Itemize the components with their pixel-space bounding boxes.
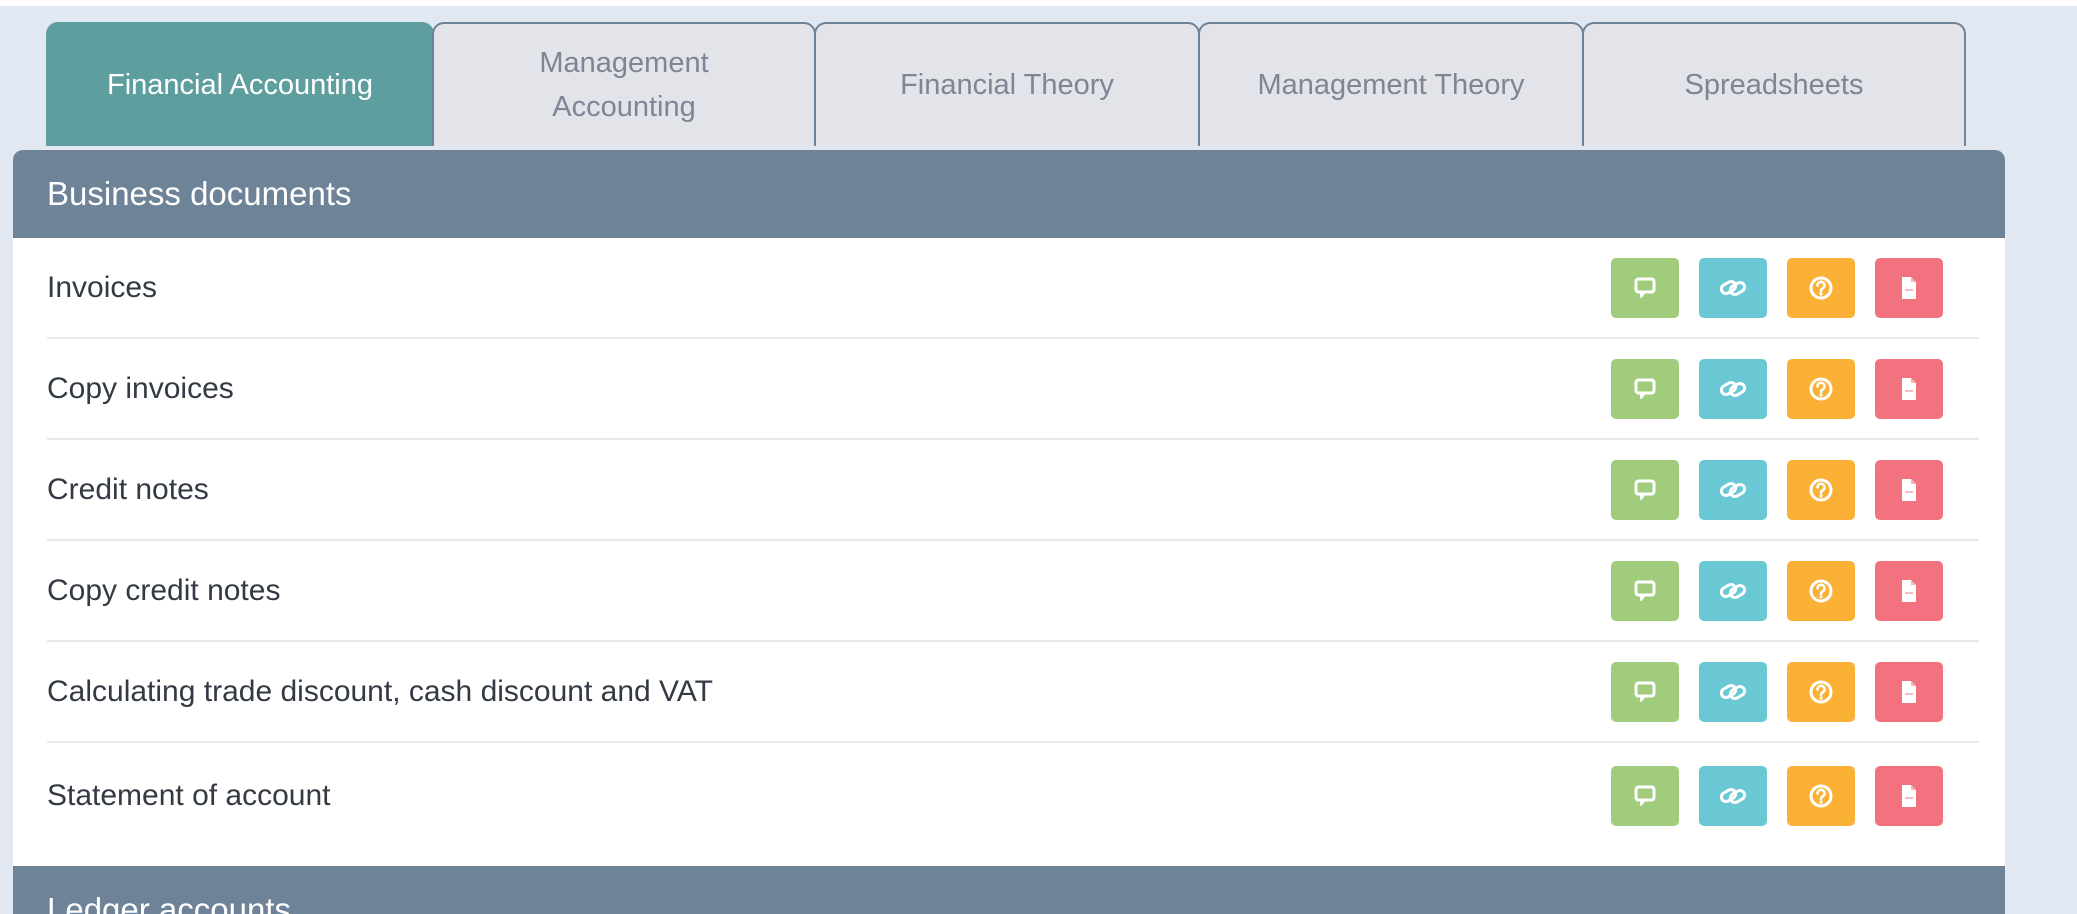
section-title: Ledger accounts bbox=[47, 891, 292, 914]
help-icon bbox=[1807, 375, 1835, 403]
link-button[interactable] bbox=[1699, 765, 1767, 826]
tab-spreadsheets[interactable]: Spreadsheets bbox=[1582, 22, 1966, 146]
tab-label: Management Theory bbox=[1257, 69, 1525, 101]
tab-label: Financial Theory bbox=[900, 69, 1114, 101]
comment-icon bbox=[1632, 376, 1658, 402]
comment-icon bbox=[1632, 275, 1658, 301]
document-button[interactable] bbox=[1875, 459, 1943, 520]
tab-label-line1: Management bbox=[539, 47, 709, 79]
document-button[interactable] bbox=[1875, 560, 1943, 621]
document-icon bbox=[1897, 375, 1921, 403]
help-button[interactable] bbox=[1787, 661, 1855, 722]
row-actions bbox=[1611, 459, 1943, 520]
help-button[interactable] bbox=[1787, 358, 1855, 419]
comment-button[interactable] bbox=[1611, 358, 1679, 419]
list-item[interactable]: Calculating trade discount, cash discoun… bbox=[47, 642, 1979, 743]
business-documents-list: Invoices Copy invoices Credit notes Copy… bbox=[47, 238, 1979, 848]
document-icon bbox=[1897, 678, 1921, 706]
list-item-label[interactable]: Credit notes bbox=[47, 473, 1611, 507]
row-actions bbox=[1611, 765, 1943, 826]
tab-label: Financial Accounting bbox=[107, 69, 373, 101]
content-panel: Business documents Invoices Copy invoice… bbox=[13, 150, 2005, 914]
list-item-label[interactable]: Calculating trade discount, cash discoun… bbox=[47, 675, 1611, 709]
link-button[interactable] bbox=[1699, 459, 1767, 520]
list-item[interactable]: Copy invoices bbox=[47, 339, 1979, 440]
list-item[interactable]: Statement of account bbox=[47, 743, 1979, 848]
link-button[interactable] bbox=[1699, 358, 1767, 419]
tab-label: Spreadsheets bbox=[1684, 69, 1864, 101]
link-icon bbox=[1718, 783, 1748, 809]
help-button[interactable] bbox=[1787, 560, 1855, 621]
comment-icon bbox=[1632, 477, 1658, 503]
comment-button[interactable] bbox=[1611, 459, 1679, 520]
comment-icon bbox=[1632, 783, 1658, 809]
help-button[interactable] bbox=[1787, 459, 1855, 520]
document-button[interactable] bbox=[1875, 257, 1943, 318]
row-actions bbox=[1611, 257, 1943, 318]
document-button[interactable] bbox=[1875, 661, 1943, 722]
list-item[interactable]: Invoices bbox=[47, 238, 1979, 339]
section-header-business-documents: Business documents bbox=[13, 150, 2005, 238]
comment-button[interactable] bbox=[1611, 560, 1679, 621]
list-item-label[interactable]: Copy invoices bbox=[47, 372, 1611, 406]
list-item[interactable]: Copy credit notes bbox=[47, 541, 1979, 642]
link-icon bbox=[1718, 376, 1748, 402]
tab-management-accounting[interactable]: Management Accounting bbox=[432, 22, 816, 146]
tab-financial-accounting[interactable]: Financial Accounting bbox=[46, 22, 434, 146]
tab-label-line2: Accounting bbox=[552, 91, 696, 123]
document-button[interactable] bbox=[1875, 358, 1943, 419]
document-icon bbox=[1897, 476, 1921, 504]
tab-financial-theory[interactable]: Financial Theory bbox=[814, 22, 1200, 146]
link-button[interactable] bbox=[1699, 560, 1767, 621]
document-button[interactable] bbox=[1875, 765, 1943, 826]
help-icon bbox=[1807, 476, 1835, 504]
link-icon bbox=[1718, 578, 1748, 604]
comment-icon bbox=[1632, 578, 1658, 604]
list-item-label[interactable]: Copy credit notes bbox=[47, 574, 1611, 608]
link-button[interactable] bbox=[1699, 257, 1767, 318]
list-item-label[interactable]: Statement of account bbox=[47, 779, 1611, 813]
document-icon bbox=[1897, 577, 1921, 605]
comment-icon bbox=[1632, 679, 1658, 705]
help-icon bbox=[1807, 678, 1835, 706]
link-icon bbox=[1718, 477, 1748, 503]
row-actions bbox=[1611, 661, 1943, 722]
tab-management-theory[interactable]: Management Theory bbox=[1198, 22, 1584, 146]
link-button[interactable] bbox=[1699, 661, 1767, 722]
section-title: Business documents bbox=[47, 175, 352, 212]
help-icon bbox=[1807, 274, 1835, 302]
comment-button[interactable] bbox=[1611, 661, 1679, 722]
row-actions bbox=[1611, 358, 1943, 419]
list-item-label[interactable]: Invoices bbox=[47, 271, 1611, 305]
row-actions bbox=[1611, 560, 1943, 621]
document-icon bbox=[1897, 782, 1921, 810]
top-strip bbox=[0, 0, 2077, 6]
comment-button[interactable] bbox=[1611, 765, 1679, 826]
page: Financial Accounting Management Accounti… bbox=[0, 0, 2077, 914]
help-icon bbox=[1807, 577, 1835, 605]
section-header-ledger-accounts[interactable]: Ledger accounts bbox=[13, 866, 2005, 914]
link-icon bbox=[1718, 679, 1748, 705]
comment-button[interactable] bbox=[1611, 257, 1679, 318]
help-button[interactable] bbox=[1787, 765, 1855, 826]
document-icon bbox=[1897, 274, 1921, 302]
link-icon bbox=[1718, 275, 1748, 301]
list-item[interactable]: Credit notes bbox=[47, 440, 1979, 541]
help-button[interactable] bbox=[1787, 257, 1855, 318]
help-icon bbox=[1807, 782, 1835, 810]
